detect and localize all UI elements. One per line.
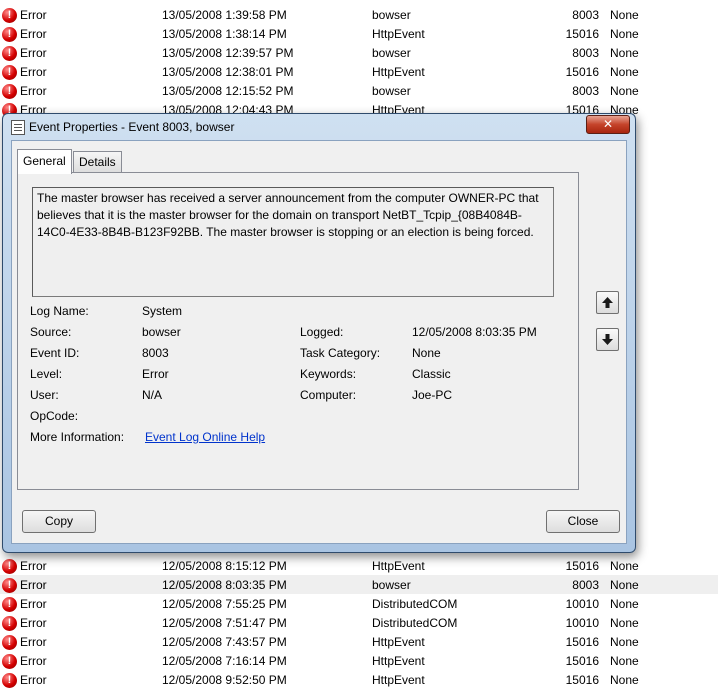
table-row[interactable]: ! Error 12/05/2008 7:51:47 PM Distribute… [0, 613, 718, 632]
task-category-value: None [412, 346, 441, 360]
table-row[interactable]: ! Error 13/05/2008 12:38:01 PM HttpEvent… [0, 62, 718, 81]
level-label: Level: [30, 367, 63, 381]
table-row-selected[interactable]: ! Error 12/05/2008 8:03:35 PM bowser 800… [0, 575, 718, 594]
window-close-button[interactable]: ✕ [586, 115, 630, 134]
log-name-label: Log Name: [30, 304, 89, 318]
table-row[interactable]: ! Error 12/05/2008 7:43:57 PM HttpEvent … [0, 632, 718, 651]
previous-event-button[interactable] [596, 291, 619, 314]
keywords-value: Classic [412, 367, 451, 381]
next-event-button[interactable] [596, 328, 619, 351]
title-bar[interactable]: Event Properties - Event 8003, bowser ✕ [3, 114, 635, 140]
computer-label: Computer: [300, 388, 357, 402]
event-id-label: Event ID: [30, 346, 80, 360]
error-icon: ! [2, 673, 17, 688]
error-icon: ! [2, 559, 17, 574]
event-id-value: 8003 [142, 346, 169, 360]
table-row[interactable]: ! Error 13/05/2008 1:38:14 PM HttpEvent … [0, 24, 718, 43]
event-properties-dialog: Event Properties - Event 8003, bowser ✕ … [2, 113, 636, 553]
more-information-label: More Information: [30, 430, 125, 444]
error-icon: ! [2, 27, 17, 42]
error-icon: ! [2, 654, 17, 669]
event-description-text[interactable]: The master browser has received a server… [32, 187, 554, 297]
arrow-down-icon [602, 334, 613, 345]
log-name-value: System [142, 304, 183, 318]
table-row[interactable]: ! Error 13/05/2008 1:39:58 PM bowser 800… [0, 5, 718, 24]
table-row[interactable]: ! Error 13/05/2008 12:39:57 PM bowser 80… [0, 43, 718, 62]
copy-button[interactable]: Copy [22, 510, 96, 533]
tab-details[interactable]: Details [73, 151, 122, 173]
logged-value: 12/05/2008 8:03:35 PM [412, 325, 537, 339]
table-row[interactable]: ! Error 12/05/2008 9:52:50 PM HttpEvent … [0, 670, 718, 689]
error-icon: ! [2, 8, 17, 23]
source-label: Source: [30, 325, 72, 339]
table-row[interactable]: ! Error 12/05/2008 7:55:25 PM Distribute… [0, 594, 718, 613]
event-viewer-icon [11, 120, 25, 135]
source-value: bowser [142, 325, 181, 339]
user-value: N/A [142, 388, 163, 402]
logged-label: Logged: [300, 325, 344, 339]
task-category-label: Task Category: [300, 346, 381, 360]
computer-value: Joe-PC [412, 388, 453, 402]
error-icon: ! [2, 46, 17, 61]
level-value: Error [142, 367, 169, 381]
error-icon: ! [2, 635, 17, 650]
error-icon: ! [2, 84, 17, 99]
arrow-up-icon [602, 297, 613, 308]
general-tab-panel: The master browser has received a server… [17, 172, 579, 490]
user-label: User: [30, 388, 59, 402]
keywords-label: Keywords: [300, 367, 357, 381]
table-row[interactable]: ! Error 12/05/2008 7:16:14 PM HttpEvent … [0, 651, 718, 670]
table-row[interactable]: ! Error 13/05/2008 12:15:52 PM bowser 80… [0, 81, 718, 100]
error-icon: ! [2, 616, 17, 631]
tab-general[interactable]: General [17, 149, 72, 174]
dialog-title: Event Properties - Event 8003, bowser [29, 120, 235, 134]
error-icon: ! [2, 65, 17, 80]
close-button[interactable]: Close [546, 510, 620, 533]
table-row[interactable]: ! Error 12/05/2008 8:15:12 PM HttpEvent … [0, 556, 718, 575]
error-icon: ! [2, 578, 17, 593]
dialog-client-area: General Details The master browser has r… [11, 140, 627, 544]
error-icon: ! [2, 597, 17, 612]
opcode-label: OpCode: [30, 409, 79, 423]
event-log-online-help-link[interactable]: Event Log Online Help [145, 430, 265, 444]
